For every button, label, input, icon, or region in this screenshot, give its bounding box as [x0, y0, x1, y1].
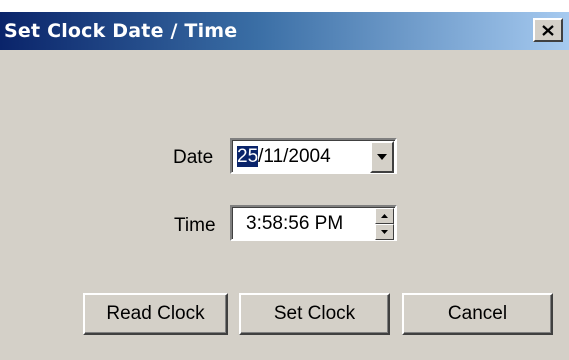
- date-value[interactable]: 25/11/2004: [237, 146, 331, 168]
- time-spin-down-button[interactable]: [375, 224, 394, 240]
- time-value[interactable]: 3:58:56 PM: [246, 213, 343, 235]
- close-button[interactable]: [533, 18, 563, 42]
- date-month-year[interactable]: /11/2004: [258, 146, 331, 167]
- spin-down-icon: [381, 230, 388, 234]
- read-clock-button[interactable]: Read Clock: [83, 293, 228, 335]
- time-spin-up-button[interactable]: [375, 208, 394, 224]
- cancel-button[interactable]: Cancel: [402, 293, 553, 335]
- date-dropdown-button[interactable]: [370, 141, 394, 173]
- close-icon: [542, 24, 554, 36]
- title-bar[interactable]: Set Clock Date / Time: [0, 12, 569, 50]
- date-label: Date: [173, 147, 214, 168]
- time-picker[interactable]: 3:58:56 PM: [230, 205, 397, 241]
- time-label: Time: [174, 215, 216, 236]
- date-picker[interactable]: 25/11/2004: [230, 138, 397, 174]
- window-title: Set Clock Date / Time: [4, 20, 238, 42]
- date-day-selected[interactable]: 25: [237, 146, 259, 167]
- set-clock-button[interactable]: Set Clock: [239, 293, 390, 335]
- chevron-down-icon: [377, 154, 387, 160]
- spin-up-icon: [381, 214, 388, 218]
- dialog-window: Set Clock Date / Time Date 25/11/2004 Ti…: [0, 12, 569, 360]
